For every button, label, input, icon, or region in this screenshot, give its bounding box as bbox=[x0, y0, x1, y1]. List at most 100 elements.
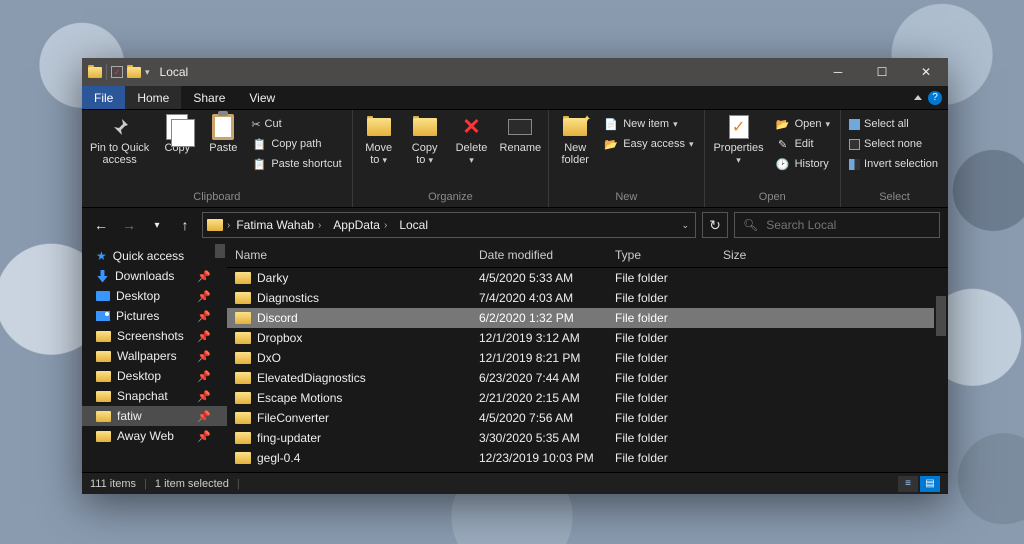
file-date: 6/23/2020 7:44 AM bbox=[479, 371, 615, 385]
pin-icon: 📌 bbox=[197, 410, 211, 423]
cut-button[interactable]: ✂Cut bbox=[247, 114, 345, 134]
select-all-button[interactable]: Select all bbox=[845, 114, 942, 134]
navigation-pane[interactable]: ★ Quick access Downloads📌Desktop📌Picture… bbox=[82, 242, 227, 472]
col-name[interactable]: Name bbox=[235, 248, 479, 262]
folder-icon bbox=[235, 432, 251, 444]
details-view-button[interactable]: ≡ bbox=[898, 476, 918, 492]
sidebar-item[interactable]: Snapchat📌 bbox=[82, 386, 227, 406]
file-name: Discord bbox=[257, 311, 298, 325]
file-name: FileConverter bbox=[257, 411, 329, 425]
large-icons-view-button[interactable]: ▤ bbox=[920, 476, 940, 492]
sidebar-item-label: Wallpapers bbox=[117, 349, 177, 363]
properties-button[interactable]: ✓ Properties ▾ bbox=[709, 112, 769, 168]
folder-icon bbox=[235, 272, 251, 284]
group-clipboard-label: Clipboard bbox=[86, 191, 348, 207]
breadcrumb-seg[interactable]: AppData› bbox=[327, 213, 393, 237]
history-button[interactable]: 🕑History bbox=[771, 154, 834, 174]
col-type[interactable]: Type bbox=[615, 248, 723, 262]
table-row[interactable]: Escape Motions2/21/2020 2:15 AMFile fold… bbox=[227, 388, 948, 408]
col-date[interactable]: Date modified bbox=[479, 248, 615, 262]
paste-button[interactable]: Paste bbox=[201, 112, 245, 156]
copy-button[interactable]: Copy bbox=[155, 112, 199, 156]
file-date: 7/4/2020 4:03 AM bbox=[479, 291, 615, 305]
new-item-button[interactable]: 📄New item ▾ bbox=[599, 114, 697, 134]
sidebar-item[interactable]: Desktop📌 bbox=[82, 286, 227, 306]
sidebar-quick-access[interactable]: ★ Quick access bbox=[82, 246, 227, 266]
recent-locations-button[interactable]: ▾ bbox=[146, 214, 168, 236]
desktop-icon bbox=[96, 291, 110, 301]
folder-icon bbox=[96, 351, 111, 362]
folder-icon bbox=[235, 312, 251, 324]
breadcrumb-seg[interactable]: Fatima Wahab› bbox=[230, 213, 327, 237]
table-row[interactable]: Darky4/5/2020 5:33 AMFile folder bbox=[227, 268, 948, 288]
tab-share[interactable]: Share bbox=[181, 86, 237, 109]
folder-icon bbox=[235, 292, 251, 304]
qat-newfolder-icon[interactable] bbox=[127, 67, 141, 78]
qat-customize-icon[interactable]: ▾ bbox=[145, 67, 150, 78]
breadcrumb-seg[interactable]: Local bbox=[393, 213, 434, 237]
sidebar-item[interactable]: Away Web📌 bbox=[82, 426, 227, 446]
col-size[interactable]: Size bbox=[723, 248, 948, 262]
collapse-ribbon-icon[interactable] bbox=[914, 95, 922, 100]
table-row[interactable]: Diagnostics7/4/2020 4:03 AMFile folder bbox=[227, 288, 948, 308]
column-headers[interactable]: Name Date modified Type Size bbox=[227, 242, 948, 268]
easy-access-button[interactable]: 📂Easy access ▾ bbox=[599, 134, 697, 154]
up-button[interactable]: ↑ bbox=[174, 214, 196, 236]
move-to-button[interactable]: Move to ▾ bbox=[357, 112, 401, 168]
rename-button[interactable]: Rename bbox=[496, 112, 544, 156]
refresh-button[interactable]: ↻ bbox=[702, 212, 728, 238]
address-dropdown-icon[interactable]: ⌄ bbox=[675, 213, 695, 237]
folder-icon bbox=[96, 411, 111, 422]
sidebar-item[interactable]: fatiw📌 bbox=[82, 406, 227, 426]
invert-selection-button[interactable]: Invert selection bbox=[845, 154, 942, 174]
close-button[interactable]: ✕ bbox=[904, 58, 948, 86]
minimize-button[interactable]: ─ bbox=[816, 58, 860, 86]
qat-properties-icon[interactable]: ✓ bbox=[111, 66, 123, 78]
sidebar-scrollbar[interactable] bbox=[213, 242, 227, 472]
tab-file[interactable]: File bbox=[82, 86, 125, 109]
table-row[interactable]: FileConverter4/5/2020 7:56 AMFile folder bbox=[227, 408, 948, 428]
search-input[interactable] bbox=[766, 218, 931, 232]
delete-button[interactable]: ✕ Delete ▾ bbox=[449, 112, 495, 168]
file-list-pane: Name Date modified Type Size Darky4/5/20… bbox=[227, 242, 948, 472]
address-bar[interactable]: › Fatima Wahab› AppData› Local ⌄ bbox=[202, 212, 696, 238]
edit-button[interactable]: ✎Edit bbox=[771, 134, 834, 154]
sidebar-item[interactable]: Downloads📌 bbox=[82, 266, 227, 286]
folder-icon bbox=[235, 332, 251, 344]
tab-view[interactable]: View bbox=[237, 86, 287, 109]
table-row[interactable]: Discord6/2/2020 1:32 PMFile folder bbox=[227, 308, 948, 328]
new-folder-button[interactable]: ✦ New folder bbox=[553, 112, 597, 168]
sidebar-item[interactable]: Pictures📌 bbox=[82, 306, 227, 326]
app-icon bbox=[88, 67, 102, 78]
pictures-icon bbox=[96, 311, 110, 321]
file-type: File folder bbox=[615, 451, 723, 465]
folder-icon bbox=[96, 391, 111, 402]
copy-to-button[interactable]: Copy to ▾ bbox=[403, 112, 447, 168]
file-rows[interactable]: Darky4/5/2020 5:33 AMFile folderDiagnost… bbox=[227, 268, 948, 472]
select-none-button[interactable]: Select none bbox=[845, 134, 942, 154]
forward-button[interactable]: → bbox=[118, 214, 140, 236]
help-icon[interactable]: ? bbox=[928, 91, 942, 105]
tab-home[interactable]: Home bbox=[125, 86, 181, 109]
vertical-scrollbar[interactable] bbox=[934, 268, 948, 472]
back-button[interactable]: ← bbox=[90, 214, 112, 236]
file-type: File folder bbox=[615, 351, 723, 365]
maximize-button[interactable]: ☐ bbox=[860, 58, 904, 86]
sidebar-item[interactable]: Screenshots📌 bbox=[82, 326, 227, 346]
paste-shortcut-button[interactable]: 📋Paste shortcut bbox=[247, 154, 345, 174]
pin-icon: 📌 bbox=[197, 270, 211, 283]
search-box[interactable]: 🔍︎ bbox=[734, 212, 940, 238]
table-row[interactable]: ElevatedDiagnostics6/23/2020 7:44 AMFile… bbox=[227, 368, 948, 388]
table-row[interactable]: fing-updater3/30/2020 5:35 AMFile folder bbox=[227, 428, 948, 448]
copy-path-button[interactable]: 📋Copy path bbox=[247, 134, 345, 154]
pin-to-quick-access-button[interactable]: Pin to Quick access bbox=[86, 112, 153, 168]
sidebar-item[interactable]: Wallpapers📌 bbox=[82, 346, 227, 366]
titlebar[interactable]: ✓ ▾ Local ─ ☐ ✕ bbox=[82, 58, 948, 86]
table-row[interactable]: DxO12/1/2019 8:21 PMFile folder bbox=[227, 348, 948, 368]
table-row[interactable]: gegl-0.412/23/2019 10:03 PMFile folder bbox=[227, 448, 948, 468]
sidebar-item[interactable]: Desktop📌 bbox=[82, 366, 227, 386]
group-select-label: Select bbox=[845, 191, 944, 207]
open-button[interactable]: 📂Open ▾ bbox=[771, 114, 834, 134]
table-row[interactable]: Dropbox12/1/2019 3:12 AMFile folder bbox=[227, 328, 948, 348]
menu-tabs: File Home Share View ? bbox=[82, 86, 948, 110]
